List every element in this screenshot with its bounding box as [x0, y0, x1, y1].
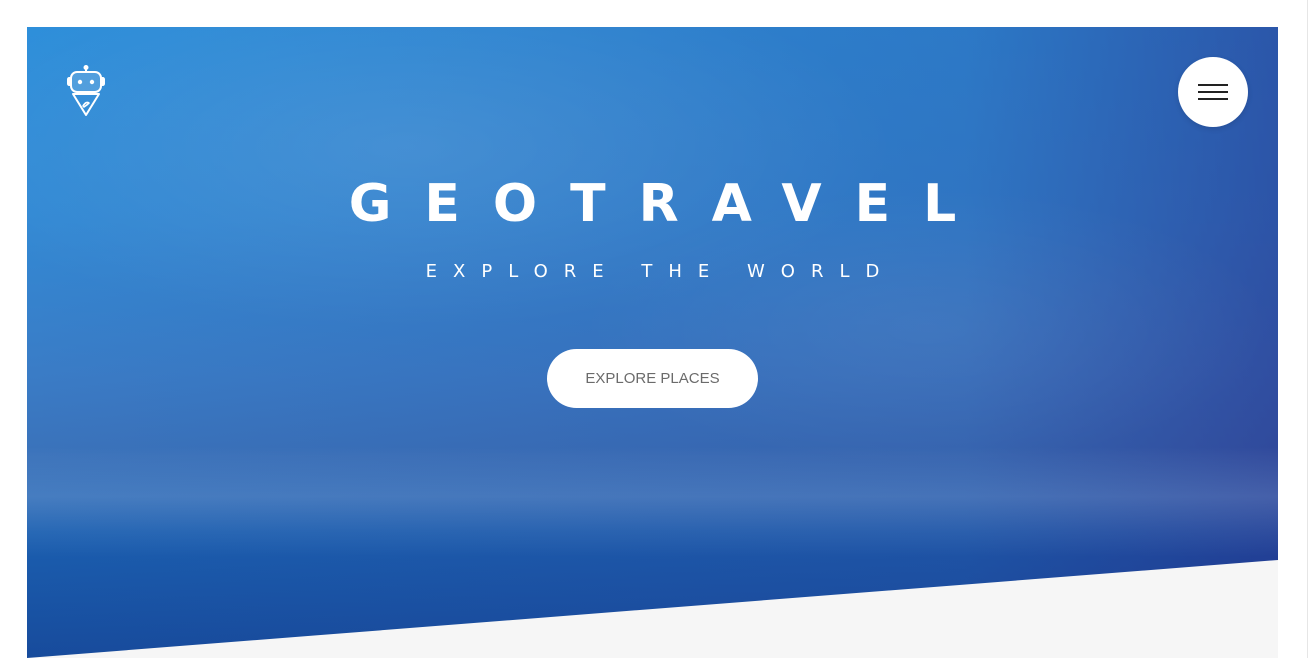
hero-section: GEOTRAVEL EXPLORE THE WORLD EXPLORE PLAC… [27, 27, 1278, 658]
page-edge-divider [1307, 0, 1308, 658]
menu-bar-bottom [1198, 98, 1228, 100]
hero-subtitle: EXPLORE THE WORLD [425, 261, 896, 282]
hamburger-menu-button[interactable] [1178, 57, 1248, 127]
hamburger-menu-icon [1198, 84, 1228, 86]
menu-bar-middle [1198, 91, 1228, 93]
robot-pin-logo-icon[interactable] [65, 65, 107, 117]
hero-bottom-slant [27, 560, 1278, 658]
hero-title: GEOTRAVEL [348, 174, 990, 234]
explore-places-button[interactable]: EXPLORE PLACES [547, 349, 758, 408]
